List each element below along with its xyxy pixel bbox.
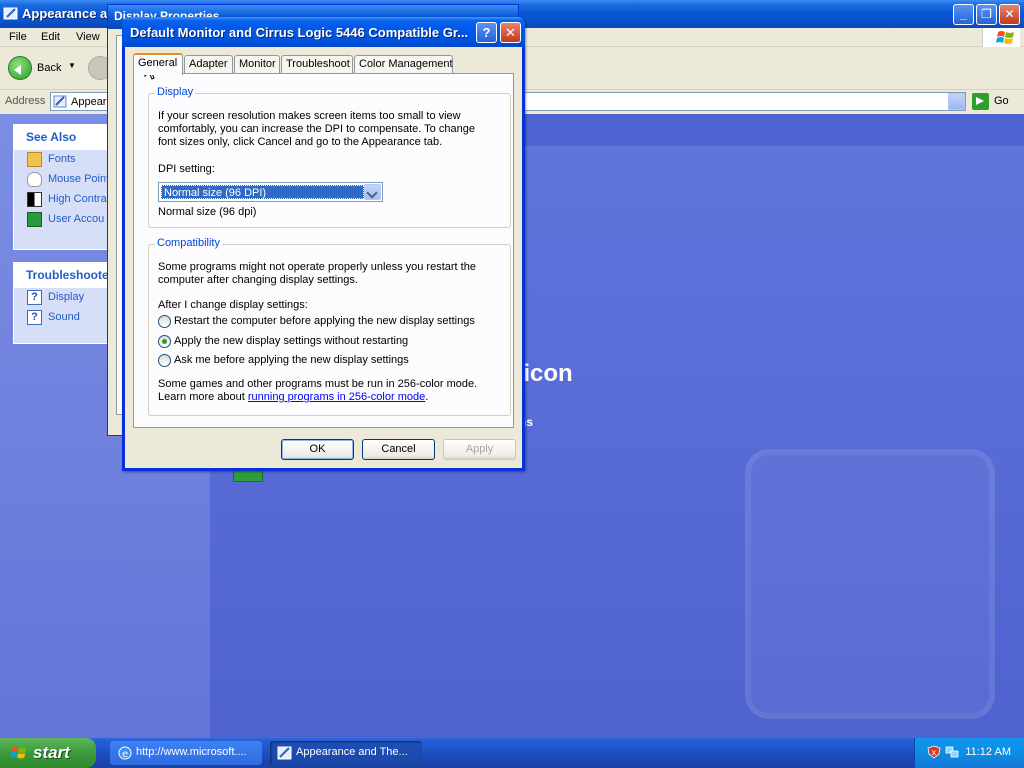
start-label: start xyxy=(33,743,70,762)
svg-text:x: x xyxy=(932,748,937,757)
address-label: Address xyxy=(5,95,46,107)
after-change-label: After I change display settings: xyxy=(158,299,308,311)
taskbar-item-label: http://www.microsoft.... xyxy=(136,746,247,758)
dpi-current-value: Normal size (96 dpi) xyxy=(158,206,257,218)
compatibility-group: Compatibility Some programs might not op… xyxy=(148,237,511,416)
see-also-high-contrast[interactable]: High Contra xyxy=(14,190,107,210)
dpi-selected-value: Normal size (96 DPI) xyxy=(161,185,364,199)
help-button[interactable]: ? xyxy=(476,22,497,43)
go-arrow-icon xyxy=(972,93,989,110)
troubleshooters-header[interactable]: Troubleshoote xyxy=(14,263,107,288)
help-icon: ? xyxy=(27,310,42,325)
compat-footer-line: Some games and other programs must be ru… xyxy=(158,378,478,390)
radio-button-selected[interactable] xyxy=(158,335,171,348)
dpi-setting-dropdown[interactable]: Normal size (96 DPI) xyxy=(158,182,383,202)
radio-label: Restart the computer before applying the… xyxy=(174,315,475,327)
taskbar-item-appearance[interactable]: Appearance and The... xyxy=(270,741,422,765)
dialog-title-bar[interactable]: Default Monitor and Cirrus Logic 5446 Co… xyxy=(122,17,525,47)
monitor-properties-dialog: Default Monitor and Cirrus Logic 5446 Co… xyxy=(122,17,525,471)
security-shield-icon[interactable]: x xyxy=(927,745,941,759)
maximize-button[interactable]: ❐ xyxy=(976,4,997,25)
close-button[interactable]: ✕ xyxy=(999,4,1020,25)
windows-flag-icon xyxy=(10,746,27,759)
control-panel-icon xyxy=(53,95,67,108)
address-value: Appear xyxy=(71,96,107,108)
menu-file[interactable]: File xyxy=(9,31,27,43)
network-icon[interactable] xyxy=(945,745,959,759)
troubleshooter-display[interactable]: ? Display xyxy=(14,288,107,308)
taskbar: start e http://www.microsoft.... Appeara… xyxy=(0,738,1024,768)
go-button[interactable]: Go xyxy=(972,93,1016,110)
dialog-close-button[interactable]: ✕ xyxy=(500,22,521,43)
user-accounts-icon xyxy=(27,212,42,227)
svg-text:e: e xyxy=(122,749,128,760)
tab-general[interactable]: General xyxy=(133,53,183,75)
radio-button[interactable] xyxy=(158,354,171,367)
troubleshooter-sound[interactable]: ? Sound xyxy=(14,308,107,328)
folder-icon xyxy=(27,152,42,167)
taskbar-item-label: Appearance and The... xyxy=(296,746,408,758)
tab-troubleshoot[interactable]: Troubleshoot xyxy=(281,55,353,74)
back-button-label[interactable]: Back xyxy=(37,62,61,74)
general-tab-panel: Display If your screen resolution makes … xyxy=(133,73,514,428)
radio-label: Apply the new display settings without r… xyxy=(174,335,409,347)
control-panel-icon xyxy=(3,7,18,20)
watermark-graphic xyxy=(745,449,995,719)
apply-button[interactable]: Apply xyxy=(443,439,516,460)
ok-button[interactable]: OK xyxy=(281,439,354,460)
compat-description-line: Some programs might not operate properly… xyxy=(158,261,476,273)
tab-monitor[interactable]: Monitor xyxy=(234,55,280,74)
go-label: Go xyxy=(994,95,1009,107)
back-dropdown-icon[interactable]: ▼ xyxy=(68,61,76,70)
menu-view[interactable]: View xyxy=(76,31,100,43)
radio-restart-before-applying[interactable]: Restart the computer before applying the… xyxy=(158,314,478,330)
help-icon: ? xyxy=(27,290,42,305)
see-also-header[interactable]: See Also xyxy=(14,125,107,150)
back-arrow-icon[interactable] xyxy=(8,56,32,80)
dpi-setting-label: DPI setting: xyxy=(158,163,215,175)
compat-description-line: computer after changing display settings… xyxy=(158,274,358,286)
mouse-icon xyxy=(27,172,42,187)
display-group: Display If your screen resolution makes … xyxy=(148,86,511,228)
tab-color-management[interactable]: Color Management xyxy=(354,55,453,74)
menu-edit[interactable]: Edit xyxy=(41,31,60,43)
display-description-line: If your screen resolution makes screen i… xyxy=(158,110,461,122)
tab-adapter[interactable]: Adapter xyxy=(184,55,233,74)
system-tray: x 11:12 AM xyxy=(914,738,1024,768)
radio-apply-without-restarting[interactable]: Apply the new display settings without r… xyxy=(158,334,478,350)
radio-button[interactable] xyxy=(158,315,171,328)
address-dropdown-icon[interactable] xyxy=(948,93,965,110)
explorer-title: Appearance a xyxy=(22,6,108,21)
cancel-button[interactable]: Cancel xyxy=(362,439,435,460)
see-also-user-accounts[interactable]: User Accou xyxy=(14,210,107,230)
internet-explorer-icon: e xyxy=(118,746,132,760)
display-group-legend: Display xyxy=(155,86,196,98)
troubleshooters-box: Troubleshoote ? Display ? Sound xyxy=(13,262,108,344)
dialog-title: Default Monitor and Cirrus Logic 5446 Co… xyxy=(130,25,469,40)
compatibility-group-legend: Compatibility xyxy=(155,237,222,249)
display-description-line: font sizes only, click Cancel and go to … xyxy=(158,136,443,148)
taskbar-item-ie[interactable]: e http://www.microsoft.... xyxy=(110,741,262,765)
256-color-mode-link[interactable]: running programs in 256-color mode xyxy=(248,391,425,403)
see-also-mouse-pointers[interactable]: Mouse Point xyxy=(14,170,107,190)
radio-label: Ask me before applying the new display s… xyxy=(174,354,409,366)
windows-logo-icon xyxy=(982,28,1020,47)
see-also-fonts[interactable]: Fonts xyxy=(14,150,107,170)
control-panel-icon xyxy=(277,746,292,760)
minimize-button[interactable]: _ xyxy=(953,4,974,25)
see-also-box: See Also Fonts Mouse Point High Contra U… xyxy=(13,124,108,250)
radio-ask-before-applying[interactable]: Ask me before applying the new display s… xyxy=(158,353,478,369)
start-button[interactable]: start xyxy=(0,738,96,768)
compat-footer-learn-more: Learn more about running programs in 256… xyxy=(158,391,429,403)
clock[interactable]: 11:12 AM xyxy=(965,746,1011,758)
display-description-line: comfortably, you can increase the DPI to… xyxy=(158,123,475,135)
chevron-down-icon[interactable] xyxy=(364,184,381,200)
contrast-icon xyxy=(27,192,42,207)
